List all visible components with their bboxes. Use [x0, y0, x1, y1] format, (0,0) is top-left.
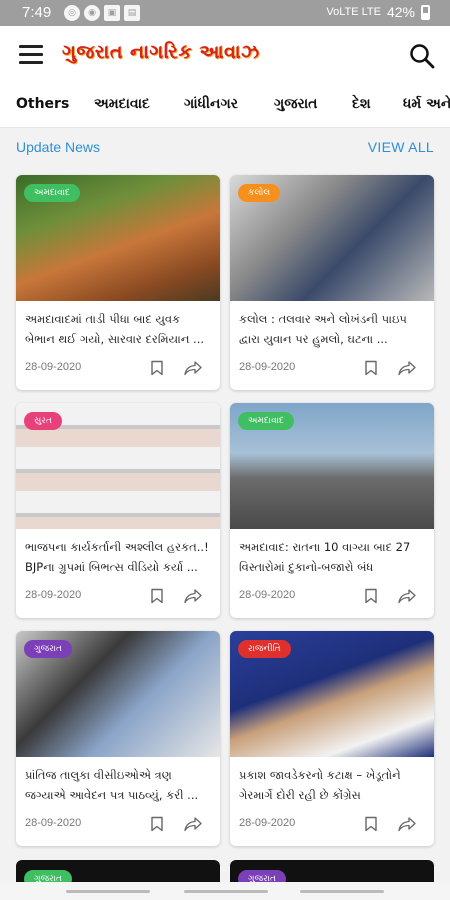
- news-title[interactable]: અમદાવાદ: રાતના 10 વાગ્યા બાદ 27 વિસ્તારો…: [239, 537, 427, 579]
- nav-pill-center[interactable]: [184, 890, 268, 893]
- share-icon[interactable]: [398, 588, 416, 604]
- battery-percent: 42%: [386, 4, 415, 20]
- share-icon[interactable]: [184, 588, 202, 604]
- share-icon[interactable]: [184, 360, 202, 376]
- news-card-6[interactable]: રાજનીતિ પ્રકાશ જાવડેકરનો કટાક્ષ – ખેડૂતો…: [230, 631, 434, 846]
- status-bar: 7:49 ◎ ◉ ▣ ▤ VoLTE LTE 42%: [0, 0, 450, 26]
- news-date: 28-09-2020: [239, 817, 296, 829]
- news-card-1[interactable]: અમદાવાદ અમદાવાદમાં તાડી પીધા બાદ યુવક બે…: [16, 175, 220, 390]
- bookmark-icon[interactable]: [364, 588, 378, 604]
- news-date: 28-09-2020: [25, 817, 82, 829]
- category-badge: ગુજરાત: [24, 640, 72, 658]
- bookmark-icon[interactable]: [364, 816, 378, 832]
- battery-icon: [421, 4, 430, 20]
- notification-icons: ◎ ◉ ▣ ▤: [64, 5, 140, 21]
- news-card-3[interactable]: સુરત ભાજપના કાર્યકર્તાની અશ્લીલ હરકત..! …: [16, 403, 220, 618]
- news-title[interactable]: ભાજપના કાર્યકર્તાની અશ્લીલ હરકત..! BJPના…: [25, 537, 213, 579]
- news-date: 28-09-2020: [239, 589, 296, 601]
- tab-gujarat[interactable]: ગુજરાત: [274, 96, 317, 112]
- news-title[interactable]: અમદાવાદમાં તાડી પીધા બાદ યુવક બેભાન થઈ ગ…: [25, 309, 213, 351]
- news-card-2[interactable]: કલોલ કલોલ : તલવાર અને લોખંડની પાઇપ દ્વાર…: [230, 175, 434, 390]
- whatsapp-icon: ◎: [64, 5, 80, 21]
- status-right: VoLTE LTE 42%: [326, 4, 430, 20]
- news-title[interactable]: પ્રાંતિજ તાલુકા વીસીઇઓએ ત્રણ જગ્યાએ આવેદ…: [25, 765, 213, 807]
- news-icon: ▤: [124, 5, 140, 21]
- tab-ahmedabad[interactable]: અમદાવાદ: [94, 96, 150, 112]
- category-badge: કલોલ: [238, 184, 281, 202]
- bookmark-icon[interactable]: [150, 588, 164, 604]
- news-date: 28-09-2020: [239, 361, 296, 373]
- app-bar: ગુજરાત નાગરિક આવાઝ: [0, 26, 450, 86]
- system-nav-bar: [0, 882, 450, 900]
- news-title[interactable]: કલોલ : તલવાર અને લોખંડની પાઇપ દ્વારા યુવ…: [239, 309, 427, 351]
- category-badge: સુરત: [24, 412, 62, 430]
- view-all-link[interactable]: VIEW ALL: [368, 139, 434, 155]
- news-title[interactable]: પ્રકાશ જાવડેકરનો કટાક્ષ – ખેડૂતોને ગેરમા…: [239, 765, 427, 807]
- bookmark-icon[interactable]: [150, 816, 164, 832]
- message-icon: ◉: [84, 5, 100, 21]
- tab-desh[interactable]: દેશ: [352, 96, 371, 112]
- app-logo: ગુજરાત નાગરિક આવાઝ: [62, 41, 260, 63]
- bookmark-icon[interactable]: [150, 360, 164, 376]
- status-time: 7:49: [22, 4, 52, 21]
- category-tabs: Others અમદાવાદ ગાંધીનગર ગુજરાત દેશ ધર્મ …: [0, 86, 450, 128]
- category-badge: રાજનીતિ: [238, 640, 291, 658]
- category-badge: અમદાવાદ: [238, 412, 294, 430]
- news-card-4[interactable]: અમદાવાદ અમદાવાદ: રાતના 10 વાગ્યા બાદ 27 …: [230, 403, 434, 618]
- share-icon[interactable]: [184, 816, 202, 832]
- bookmark-icon[interactable]: [364, 360, 378, 376]
- section-title: Update News: [16, 139, 101, 155]
- share-icon[interactable]: [398, 816, 416, 832]
- share-icon[interactable]: [398, 360, 416, 376]
- image-icon: ▣: [104, 5, 120, 21]
- news-card-5[interactable]: ગુજરાત પ્રાંતિજ તાલુકા વીસીઇઓએ ત્રણ જગ્ય…: [16, 631, 220, 846]
- tab-gandhinagar[interactable]: ગાંધીનગર: [184, 96, 238, 112]
- news-date: 28-09-2020: [25, 589, 82, 601]
- hamburger-menu-icon[interactable]: [19, 45, 43, 65]
- nav-pill-left: [66, 890, 150, 893]
- section-header: Update News VIEW ALL: [0, 136, 450, 160]
- search-icon[interactable]: [408, 42, 436, 70]
- news-date: 28-09-2020: [25, 361, 82, 373]
- nav-pill-right: [300, 890, 384, 893]
- tab-others[interactable]: Others: [16, 96, 69, 112]
- signal-icon: VoLTE LTE: [326, 6, 381, 18]
- category-badge: અમદાવાદ: [24, 184, 80, 202]
- tab-dharm[interactable]: ધર્મ અને: [403, 96, 450, 112]
